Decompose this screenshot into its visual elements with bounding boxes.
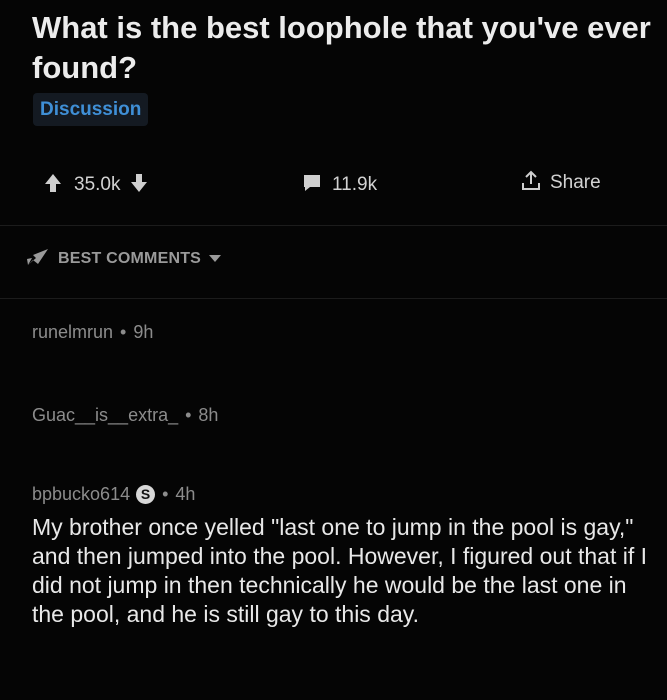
rocket-icon	[24, 245, 50, 274]
post-action-bar: 35.0k 11.9k Share	[0, 162, 667, 208]
meta-separator: •	[120, 322, 127, 342]
sort-label: BEST COMMENTS	[58, 250, 202, 267]
share-icon	[520, 170, 542, 197]
downvote-icon[interactable]	[130, 173, 148, 198]
meta-separator: •	[162, 484, 169, 504]
comment-count: 11.9k	[332, 174, 378, 195]
vote-controls: 35.0k	[44, 170, 148, 200]
comment-body: My brother once yelled "last one to jump…	[32, 514, 648, 627]
comment-header: bpbucko614 S • 4h	[32, 484, 195, 505]
comments-button[interactable]: 11.9k	[302, 170, 377, 200]
comment-sort-dropdown[interactable]: BEST COMMENTS	[24, 243, 222, 275]
post-flair[interactable]: Discussion	[33, 93, 149, 126]
vote-count: 35.0k	[74, 174, 121, 195]
comment-age: 8h	[198, 405, 219, 425]
chevron-down-icon	[209, 250, 222, 268]
comment-author[interactable]: bpbucko614	[32, 484, 130, 505]
meta-separator: •	[185, 405, 192, 425]
divider	[0, 298, 667, 299]
comment-header: runelmrun • 9h	[32, 322, 153, 343]
user-badge-icon: S	[136, 485, 156, 504]
comment-age: 9h	[133, 322, 154, 342]
comment-author[interactable]: runelmrun	[32, 322, 113, 343]
upvote-icon[interactable]	[44, 173, 62, 198]
share-button[interactable]: Share	[520, 168, 601, 198]
comment-icon	[302, 173, 322, 198]
comment-author[interactable]: Guac__is__extra_	[32, 405, 178, 426]
comment-header: Guac__is__extra_ • 8h	[32, 405, 218, 426]
divider	[0, 225, 667, 226]
comment-age: 4h	[175, 484, 196, 504]
share-label: Share	[550, 172, 601, 193]
post-title: What is the best loophole that you've ev…	[32, 10, 651, 85]
